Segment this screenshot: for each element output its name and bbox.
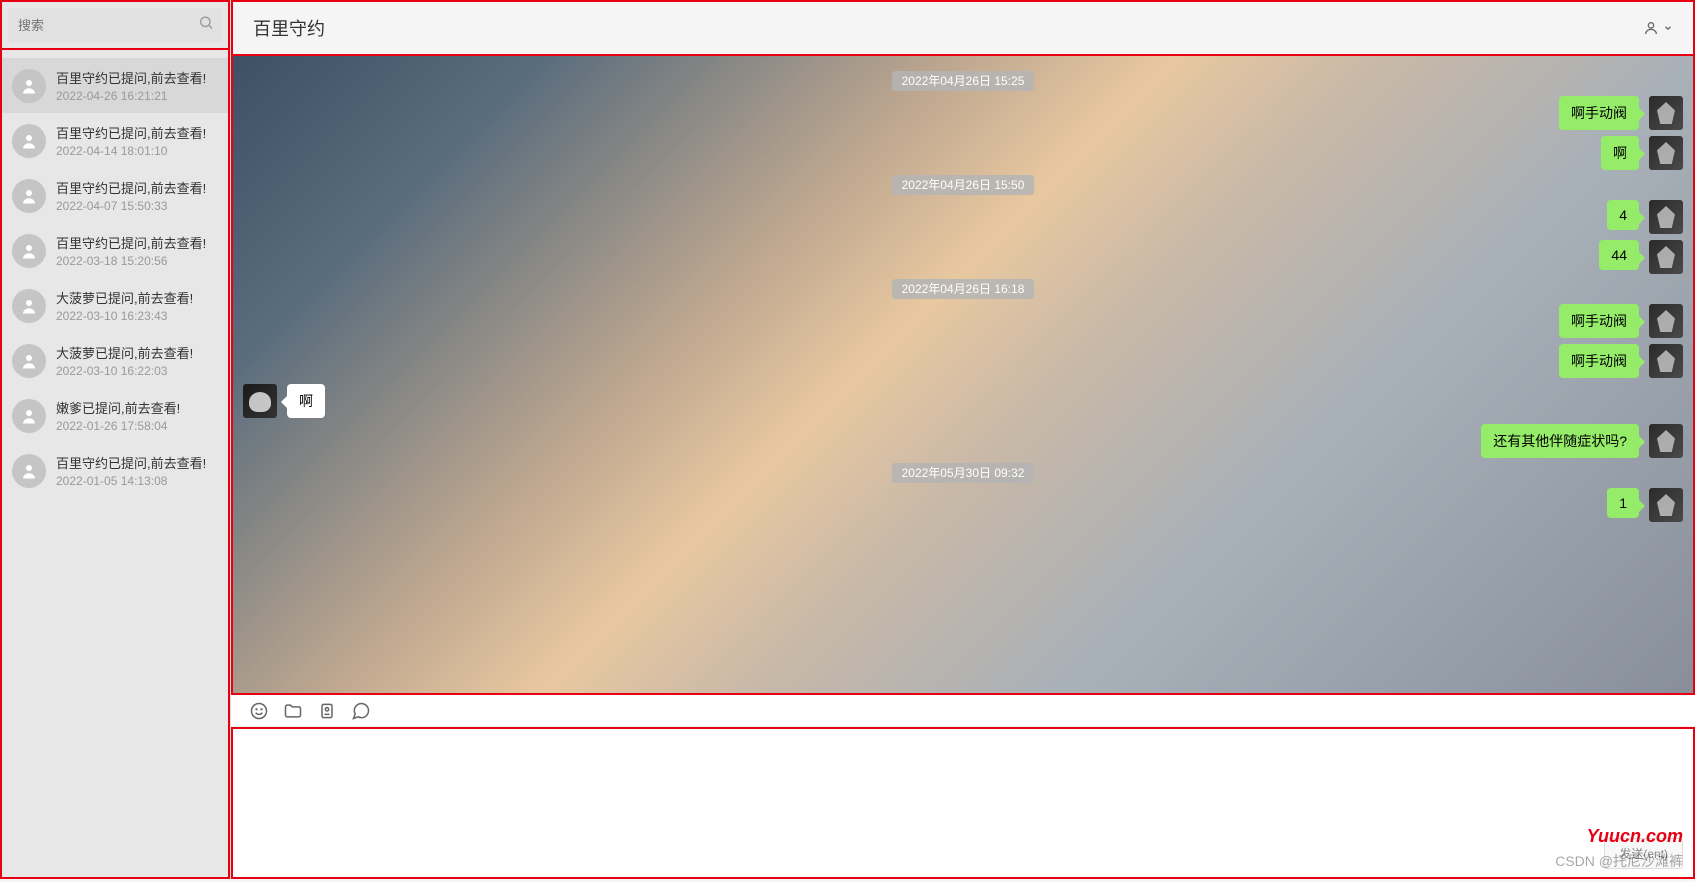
avatar-icon bbox=[12, 399, 46, 433]
message-bubble[interactable]: 啊手动阀 bbox=[1559, 344, 1639, 378]
avatar-icon bbox=[12, 289, 46, 323]
chat-body[interactable]: 2022年04月26日 15:25啊手动阀啊2022年04月26日 15:504… bbox=[231, 56, 1695, 695]
sidebar: 百里守约已提问,前去查看!2022-04-26 16:21:21百里守约已提问,… bbox=[0, 0, 230, 879]
conversation-item[interactable]: 百里守约已提问,前去查看! 2022-01-05 14:13:08 bbox=[2, 443, 228, 498]
time-divider: 2022年04月26日 16:18 bbox=[243, 280, 1683, 298]
avatar-icon bbox=[12, 69, 46, 103]
time-divider: 2022年05月30日 09:32 bbox=[243, 464, 1683, 482]
chat-icon[interactable] bbox=[351, 701, 371, 721]
message-avatar[interactable] bbox=[1649, 344, 1683, 378]
conversation-item[interactable]: 大菠萝已提问,前去查看! 2022-03-10 16:22:03 bbox=[2, 333, 228, 388]
avatar-icon bbox=[12, 234, 46, 268]
conversation-time: 2022-01-26 17:58:04 bbox=[56, 419, 180, 433]
message-bubble[interactable]: 4 bbox=[1607, 200, 1639, 230]
conversation-item[interactable]: 大菠萝已提问,前去查看! 2022-03-10 16:23:43 bbox=[2, 278, 228, 333]
search-container bbox=[0, 0, 230, 50]
conversation-item[interactable]: 百里守约已提问,前去查看! 2022-04-26 16:21:21 bbox=[2, 58, 228, 113]
message-avatar[interactable] bbox=[243, 384, 277, 418]
conversation-item[interactable]: 百里守约已提问,前去查看! 2022-04-14 18:01:10 bbox=[2, 113, 228, 168]
user-menu-button[interactable] bbox=[1643, 20, 1673, 36]
message-avatar[interactable] bbox=[1649, 200, 1683, 234]
send-button[interactable]: 发送(ent) bbox=[1604, 838, 1683, 869]
conversation-time: 2022-04-14 18:01:10 bbox=[56, 144, 206, 158]
conversation-time: 2022-03-10 16:22:03 bbox=[56, 364, 193, 378]
time-divider: 2022年04月26日 15:25 bbox=[243, 72, 1683, 90]
conversation-item[interactable]: 百里守约已提问,前去查看! 2022-04-07 15:50:33 bbox=[2, 168, 228, 223]
emoji-icon[interactable] bbox=[249, 701, 269, 721]
main-panel: 百里守约 2022年04月26日 15:25啊手动阀啊2022年04月26日 1… bbox=[230, 0, 1695, 879]
message-bubble[interactable]: 1 bbox=[1607, 488, 1639, 518]
search-input[interactable] bbox=[8, 8, 222, 42]
avatar-icon bbox=[12, 124, 46, 158]
avatar-icon bbox=[12, 344, 46, 378]
conversation-time: 2022-04-07 15:50:33 bbox=[56, 199, 206, 213]
message-bubble[interactable]: 啊 bbox=[1601, 136, 1639, 170]
conversation-title: 大菠萝已提问,前去查看! bbox=[56, 343, 193, 362]
conversation-item[interactable]: 嫩爹已提问,前去查看! 2022-01-26 17:58:04 bbox=[2, 388, 228, 443]
avatar-icon bbox=[12, 454, 46, 488]
message-bubble[interactable]: 啊手动阀 bbox=[1559, 96, 1639, 130]
avatar-icon bbox=[12, 179, 46, 213]
message-row: 啊手动阀 bbox=[243, 344, 1683, 378]
conversation-title: 百里守约已提问,前去查看! bbox=[56, 68, 206, 87]
message-bubble[interactable]: 啊手动阀 bbox=[1559, 304, 1639, 338]
message-row: 4 bbox=[243, 200, 1683, 234]
input-toolbar bbox=[231, 695, 1695, 727]
conversation-title: 百里守约已提问,前去查看! bbox=[56, 453, 206, 472]
message-row: 啊手动阀 bbox=[243, 96, 1683, 130]
chat-title: 百里守约 bbox=[253, 15, 325, 41]
message-row: 44 bbox=[243, 240, 1683, 274]
conversation-title: 百里守约已提问,前去查看! bbox=[56, 233, 206, 252]
conversation-title: 嫩爹已提问,前去查看! bbox=[56, 398, 180, 417]
message-avatar[interactable] bbox=[1649, 304, 1683, 338]
message-avatar[interactable] bbox=[1649, 488, 1683, 522]
message-avatar[interactable] bbox=[1649, 424, 1683, 458]
message-avatar[interactable] bbox=[1649, 96, 1683, 130]
message-row: 啊 bbox=[243, 136, 1683, 170]
conversation-time: 2022-03-10 16:23:43 bbox=[56, 309, 193, 323]
folder-icon[interactable] bbox=[283, 701, 303, 721]
card-icon[interactable] bbox=[317, 701, 337, 721]
chat-header: 百里守约 bbox=[231, 0, 1695, 56]
conversation-time: 2022-01-05 14:13:08 bbox=[56, 474, 206, 488]
message-row: 还有其他伴随症状吗? bbox=[243, 424, 1683, 458]
message-input[interactable] bbox=[233, 729, 1693, 877]
message-row: 啊手动阀 bbox=[243, 304, 1683, 338]
user-icon bbox=[1643, 20, 1659, 36]
conversation-list: 百里守约已提问,前去查看!2022-04-26 16:21:21百里守约已提问,… bbox=[2, 58, 228, 877]
input-area: 发送(ent) Yuucn.com CSDN @托尼沙滩裤 bbox=[231, 727, 1695, 879]
message-avatar[interactable] bbox=[1649, 136, 1683, 170]
conversation-title: 大菠萝已提问,前去查看! bbox=[56, 288, 193, 307]
search-icon[interactable] bbox=[198, 15, 214, 36]
message-bubble[interactable]: 44 bbox=[1599, 240, 1639, 270]
chevron-down-icon bbox=[1663, 23, 1673, 33]
message-avatar[interactable] bbox=[1649, 240, 1683, 274]
time-divider: 2022年04月26日 15:50 bbox=[243, 176, 1683, 194]
message-bubble[interactable]: 啊 bbox=[287, 384, 325, 418]
conversation-time: 2022-03-18 15:20:56 bbox=[56, 254, 206, 268]
conversation-item[interactable]: 百里守约已提问,前去查看! 2022-03-18 15:20:56 bbox=[2, 223, 228, 278]
conversation-time: 2022-04-26 16:21:21 bbox=[56, 89, 206, 103]
message-bubble[interactable]: 还有其他伴随症状吗? bbox=[1481, 424, 1639, 458]
conversation-title: 百里守约已提问,前去查看! bbox=[56, 123, 206, 142]
message-row: 1 bbox=[243, 488, 1683, 522]
conversation-title: 百里守约已提问,前去查看! bbox=[56, 178, 206, 197]
message-row: 啊 bbox=[243, 384, 1683, 418]
